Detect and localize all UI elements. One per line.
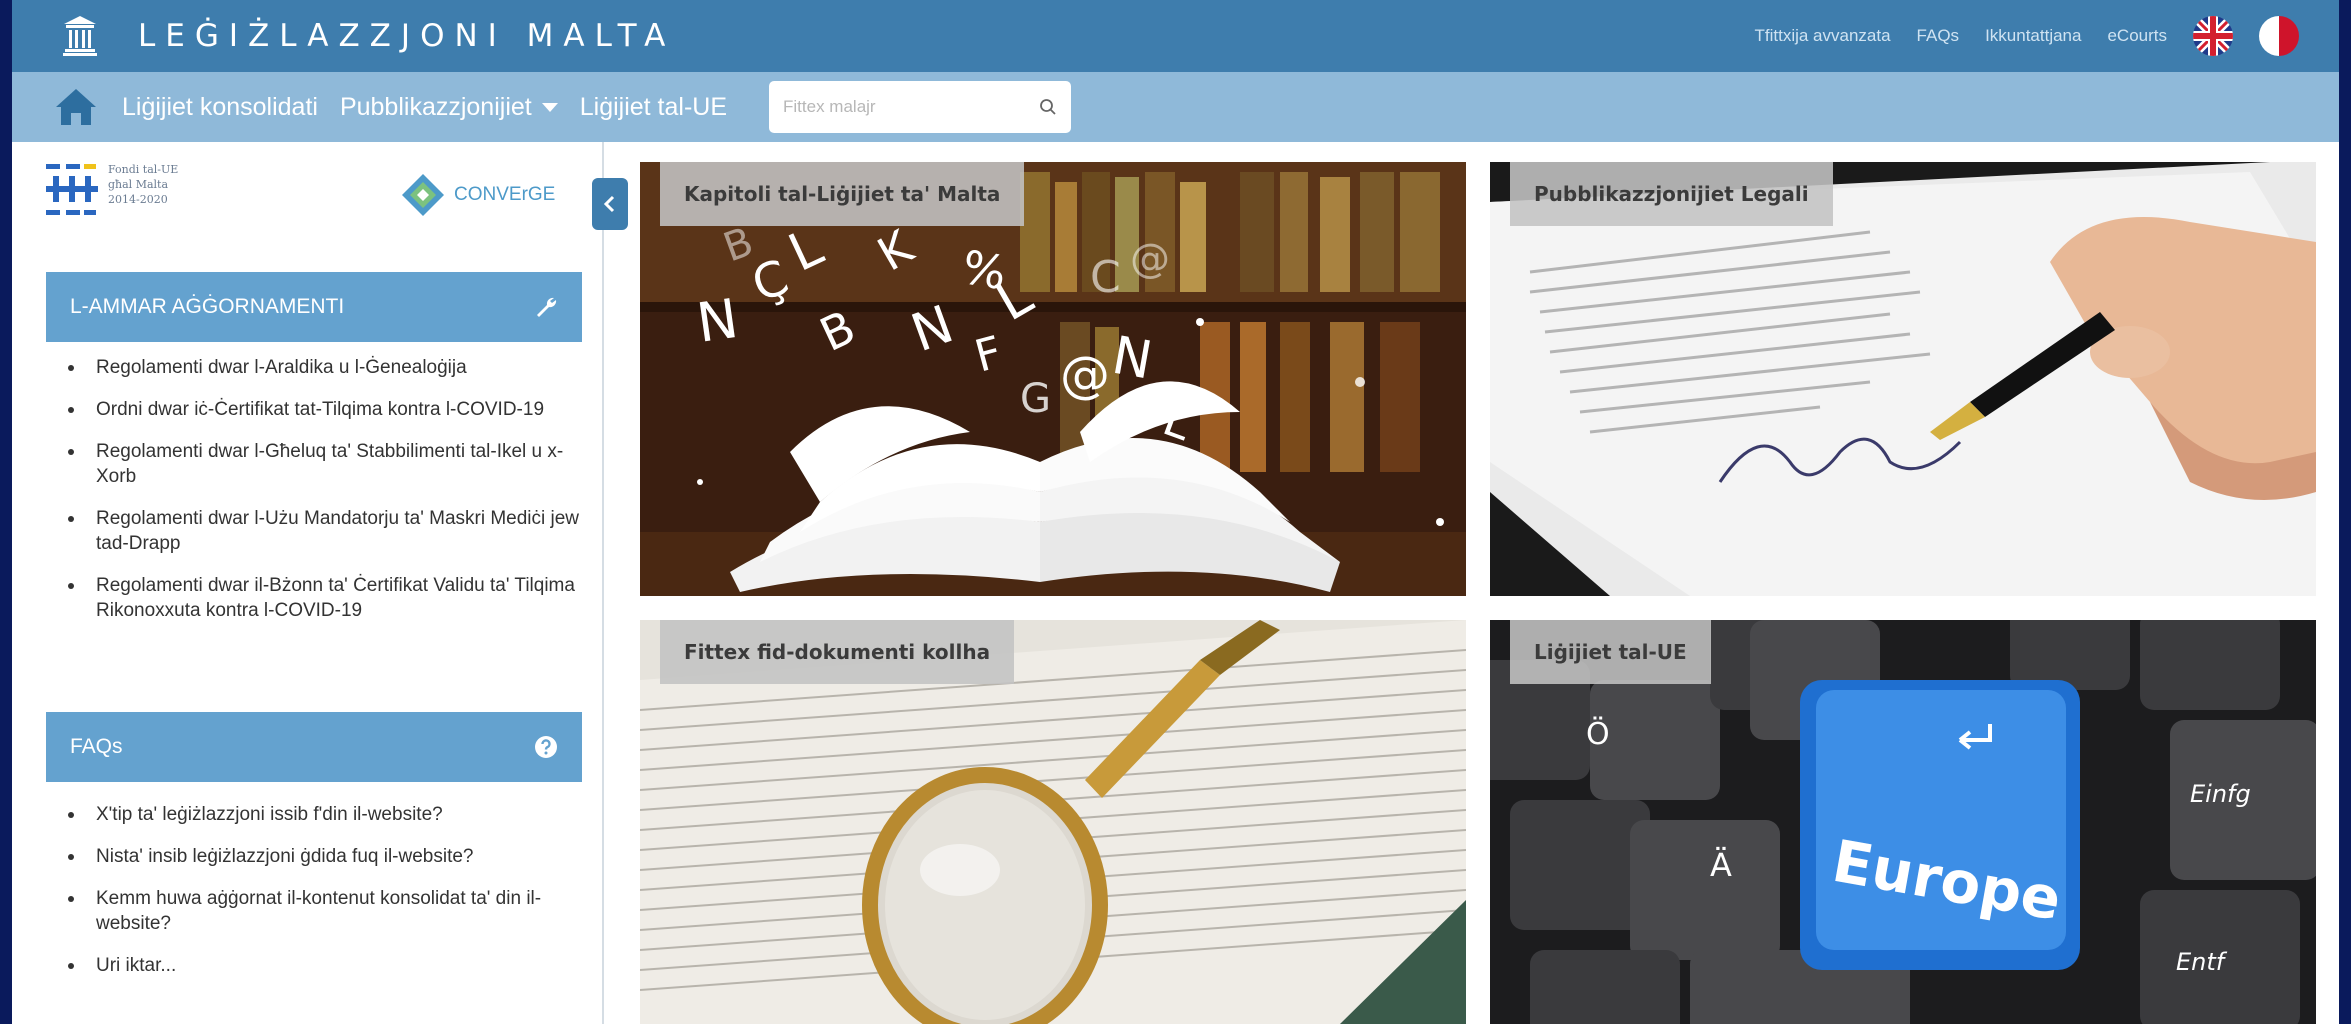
sidebar: Fondi tal-UE għal Malta 2014-2020 CONVEr… (12, 142, 604, 1024)
open-book-image: N Ç L B K N % F L G @ N C @ L B (640, 162, 1466, 596)
quick-search-input[interactable] (783, 97, 1040, 117)
home-icon (56, 89, 96, 125)
svg-text:C: C (1090, 252, 1121, 303)
faq-title: FAQs (70, 735, 123, 758)
temple-logo-icon[interactable] (62, 14, 98, 58)
eu-funds-emblem-icon (46, 164, 98, 215)
quick-search-box (769, 81, 1072, 133)
faq-item[interactable]: X'tip ta' leġiżlazzjoni issib f'din il-w… (62, 802, 582, 827)
update-item[interactable]: Regolamenti dwar l-Araldika u l-Ġenealoġ… (62, 355, 582, 380)
eu-funds-text: Fondi tal-UE għal Malta 2014-2020 (108, 162, 178, 207)
tile-eu-laws[interactable]: Ö Ä Einfg Entf Europe Liġijiet tal-UE (1490, 620, 2316, 1024)
top-links: Tfittxija avvanzata FAQs Ikkuntattjana e… (1754, 0, 2299, 72)
faq-item[interactable]: Nista' insib leġiżlazzjoni ġdida fuq il-… (62, 844, 582, 869)
ecourts-link[interactable]: eCourts (2107, 26, 2167, 46)
eu-funds-line-3: 2014-2020 (108, 193, 168, 206)
keyboard-key-insert: Einfg (2190, 780, 2251, 808)
signing-document-image (1490, 162, 2316, 596)
nav-publications[interactable]: Pubblikazzjonijiet (340, 93, 558, 122)
tile-malta-laws[interactable]: N Ç L B K N % F L G @ N C @ L B Kapitoli… (640, 162, 1466, 596)
collapse-sidebar-button[interactable] (592, 178, 628, 230)
browser-page: LEĠIŻLAZZJONI MALTA Tfittxija avvanzata … (12, 0, 2339, 1024)
converge-label: CONVErGE (454, 184, 556, 205)
update-item[interactable]: Regolamenti dwar l-Użu Mandatorju ta' Ma… (62, 506, 582, 556)
keyboard-key-o: Ö (1586, 716, 1610, 752)
update-item[interactable]: Regolamenti dwar l-Għeluq ta' Stabbilime… (62, 439, 582, 489)
site-title[interactable]: LEĠIŻLAZZJONI MALTA (138, 18, 675, 54)
contact-link[interactable]: Ikkuntattjana (1985, 26, 2081, 46)
tile-legal-publications-label: Pubblikazzjonijiet Legali (1510, 162, 1833, 226)
eu-funds-logo: Fondi tal-UE għal Malta 2014-2020 (44, 162, 178, 222)
advanced-search-link[interactable]: Tfittxija avvanzata (1754, 26, 1890, 46)
tile-eu-laws-label: Liġijiet tal-UE (1510, 620, 1711, 684)
funding-logos: Fondi tal-UE għal Malta 2014-2020 CONVEr… (44, 162, 584, 242)
converge-diamond-icon (402, 174, 444, 216)
svg-text:@: @ (1060, 346, 1110, 404)
question-circle-icon (535, 736, 557, 758)
latest-updates-header: L-AMMAR AĠĠORNAMENTI (46, 272, 582, 342)
wrench-icon (537, 297, 557, 317)
search-icon[interactable] (1039, 98, 1057, 116)
keyboard-key-delete: Entf (2176, 948, 2228, 976)
keyboard-key-a: Ä (1710, 846, 1732, 884)
latest-updates-title: L-AMMAR AĠĠORNAMENTI (70, 295, 345, 318)
faq-show-more[interactable]: Uri iktar... (62, 953, 582, 978)
svg-text:@: @ (1130, 236, 1170, 282)
nav-eu-laws[interactable]: Liġijiet tal-UE (580, 93, 727, 122)
update-item[interactable]: Regolamenti dwar il-Bżonn ta' Ċertifikat… (62, 573, 582, 623)
eu-funds-line-2: għal Malta (108, 178, 169, 191)
caret-down-icon (541, 103, 558, 113)
nav-bar: Liġijiet konsolidati Pubblikazzjonijiet … (12, 72, 2339, 142)
faqs-link[interactable]: FAQs (1917, 26, 1960, 46)
update-item[interactable]: Ordni dwar iċ-Ċertifikat tat-Tilqima kon… (62, 397, 582, 422)
faq-list: X'tip ta' leġiżlazzjoni issib f'din il-w… (62, 802, 582, 995)
tile-search-all-documents-label: Fittex fid-dokumenti kollha (660, 620, 1015, 684)
latest-updates-list: Regolamenti dwar l-Araldika u l-Ġenealoġ… (62, 355, 582, 640)
tile-search-all-documents[interactable]: Fittex fid-dokumenti kollha (640, 620, 1466, 1024)
eu-funds-line-1: Fondi tal-UE (108, 163, 179, 176)
uk-flag-icon[interactable] (2193, 16, 2233, 56)
nav-publications-label: Pubblikazzjonijiet (339, 92, 532, 121)
top-bar: LEĠIŻLAZZJONI MALTA Tfittxija avvanzata … (12, 0, 2339, 72)
chevron-left-icon (603, 195, 615, 213)
tile-legal-publications[interactable]: Pubblikazzjonijiet Legali (1490, 162, 2316, 596)
faq-header: FAQs (46, 712, 582, 782)
nav-consolidated-laws[interactable]: Liġijiet konsolidati (122, 93, 318, 122)
converge-logo: CONVErGE (400, 172, 555, 218)
svg-text:G: G (1020, 376, 1051, 422)
home-button[interactable] (52, 85, 100, 129)
malta-flag-icon[interactable] (2259, 16, 2299, 56)
faq-item[interactable]: Kemm huwa aġġornat il-kontenut konsolida… (62, 886, 582, 936)
tile-malta-laws-label: Kapitoli tal-Liġijiet ta' Malta (660, 162, 1025, 226)
